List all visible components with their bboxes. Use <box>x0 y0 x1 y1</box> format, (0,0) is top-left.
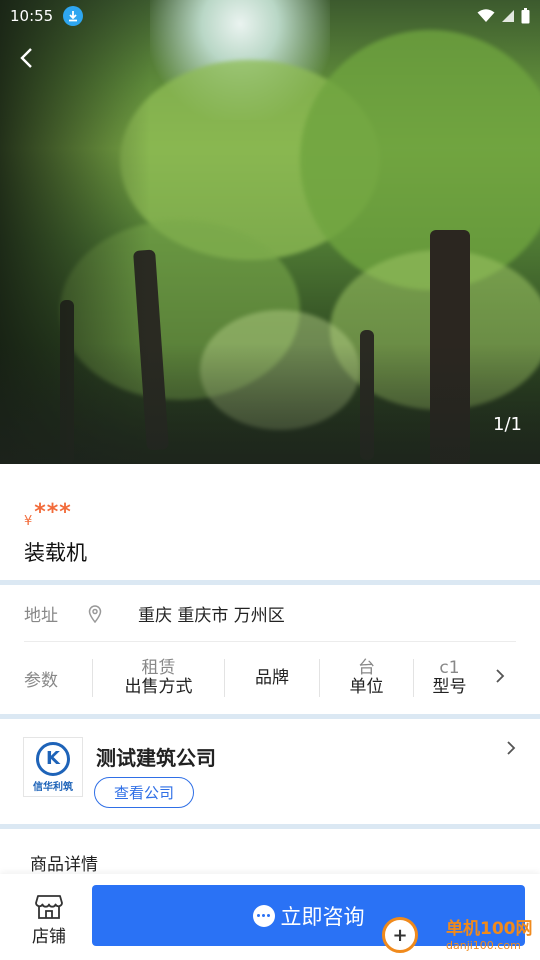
details-heading: 商品详情 <box>30 855 98 875</box>
logo-text: 信华利筑 <box>33 781 73 793</box>
store-button[interactable]: 店铺 <box>24 894 74 947</box>
logo-mark-icon: K <box>36 741 70 776</box>
status-time: 10:55 <box>10 7 54 25</box>
store-label: 店铺 <box>32 927 66 947</box>
param-unit: 台 单位 <box>319 659 413 697</box>
location-pin-icon <box>88 604 104 623</box>
param-key: 单位 <box>349 677 384 697</box>
param-key: 品牌 <box>255 668 289 688</box>
param-key: 型号 <box>432 677 467 697</box>
param-value: 台 <box>358 658 375 678</box>
address-value: 重庆 重庆市 万州区 <box>138 606 285 626</box>
image-counter: 1/1 <box>493 414 522 435</box>
signal-icon <box>502 10 514 22</box>
company-name: 测试建筑公司 <box>96 746 216 770</box>
section-divider <box>0 580 540 585</box>
price-title-section: ¥ *** 装载机 <box>0 464 540 580</box>
site-watermark: + 单机100网 danji100.com <box>382 912 538 958</box>
chevron-left-icon <box>20 48 32 68</box>
param-brand: 品牌 <box>224 659 319 697</box>
param-key: 出售方式 <box>124 677 193 697</box>
currency-symbol: ¥ <box>24 514 33 529</box>
chat-icon <box>252 904 275 927</box>
param-model: c1 型号 <box>413 659 485 697</box>
company-card[interactable]: K 信华利筑 测试建筑公司 查看公司 <box>0 720 540 824</box>
chevron-right-icon[interactable] <box>495 668 505 688</box>
view-company-button[interactable]: 查看公司 <box>94 777 194 808</box>
wifi-icon <box>477 9 495 22</box>
watermark-line1: 单机100网 <box>446 918 533 939</box>
status-bar: 10:55 <box>0 0 540 32</box>
watermark-line2: danji100.com <box>446 938 521 952</box>
price: ¥ *** <box>24 500 516 530</box>
watermark-logo-icon: + <box>382 917 418 953</box>
params-row[interactable]: 参数 租赁 出售方式 品牌 台 单位 c1 型号 <box>24 650 540 706</box>
product-info: 地址 重庆 重庆市 万州区 参数 租赁 出售方式 品牌 台 单位 c1 型号 <box>0 586 540 714</box>
image-shade <box>0 344 540 464</box>
status-icons <box>477 8 530 24</box>
chevron-right-icon[interactable] <box>506 740 516 760</box>
watermark-text: 单机100网 danji100.com <box>446 919 533 952</box>
param-sale-method: 租赁 出售方式 <box>92 659 224 697</box>
address-row: 地址 重庆 重庆市 万州区 <box>24 586 516 642</box>
section-divider <box>0 714 540 719</box>
address-label: 地址 <box>24 606 58 626</box>
consult-label: 立即咨询 <box>280 904 365 929</box>
store-icon <box>35 895 63 919</box>
download-icon <box>63 6 84 26</box>
section-divider <box>0 824 540 829</box>
price-value: *** <box>34 500 72 525</box>
param-value: c1 <box>439 658 460 678</box>
product-detail-page: 10:55 1/1 ¥ *** 装载机 地址 重庆 重庆市 万州区 参数 租赁 … <box>0 0 540 960</box>
company-logo: K 信华利筑 <box>23 737 83 797</box>
back-button[interactable] <box>12 44 40 72</box>
product-title: 装载机 <box>24 541 87 565</box>
param-value: 租赁 <box>141 658 176 678</box>
params-label: 参数 <box>24 670 58 691</box>
product-image[interactable] <box>0 0 540 464</box>
battery-icon <box>521 8 530 24</box>
